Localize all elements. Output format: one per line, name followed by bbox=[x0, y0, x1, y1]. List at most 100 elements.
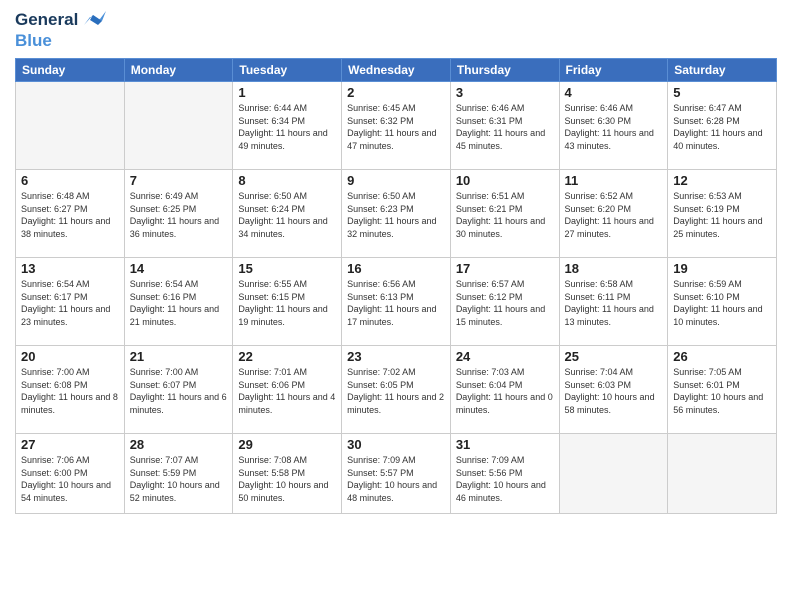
day-info: Sunrise: 6:45 AM Sunset: 6:32 PM Dayligh… bbox=[347, 102, 445, 152]
weekday-header-monday: Monday bbox=[124, 59, 233, 82]
day-info: Sunrise: 6:57 AM Sunset: 6:12 PM Dayligh… bbox=[456, 278, 554, 328]
week-row-4: 20 Sunrise: 7:00 AM Sunset: 6:08 PM Dayli… bbox=[16, 346, 777, 434]
day-number: 21 bbox=[130, 349, 228, 364]
day-number: 16 bbox=[347, 261, 445, 276]
day-number: 3 bbox=[456, 85, 554, 100]
calendar-cell: 27 Sunrise: 7:06 AM Sunset: 6:00 PM Dayli… bbox=[16, 434, 125, 514]
day-number: 17 bbox=[456, 261, 554, 276]
calendar-cell: 25Sunrise: 7:04 AM Sunset: 6:03 PM Dayli… bbox=[559, 346, 668, 434]
calendar-cell: 9 Sunrise: 6:50 AM Sunset: 6:23 PM Daylig… bbox=[342, 170, 451, 258]
day-info: Sunrise: 6:54 AM Sunset: 6:17 PM Dayligh… bbox=[21, 278, 119, 328]
calendar-table: SundayMondayTuesdayWednesdayThursdayFrid… bbox=[15, 58, 777, 514]
day-info: Sunrise: 6:58 AM Sunset: 6:11 PM Dayligh… bbox=[565, 278, 663, 328]
day-info: Sunrise: 6:47 AM Sunset: 6:28 PM Dayligh… bbox=[673, 102, 771, 152]
calendar-cell: 23 Sunrise: 7:02 AM Sunset: 6:05 PM Dayli… bbox=[342, 346, 451, 434]
day-info: Sunrise: 7:00 AM Sunset: 6:07 PM Dayligh… bbox=[130, 366, 228, 416]
day-number: 20 bbox=[21, 349, 119, 364]
day-info: Sunrise: 6:46 AM Sunset: 6:31 PM Dayligh… bbox=[456, 102, 554, 152]
day-info: Sunrise: 6:48 AM Sunset: 6:27 PM Dayligh… bbox=[21, 190, 119, 240]
day-number: 1 bbox=[238, 85, 336, 100]
logo-bird-icon bbox=[80, 11, 106, 31]
day-info: Sunrise: 7:02 AM Sunset: 6:05 PM Dayligh… bbox=[347, 366, 445, 416]
calendar-cell: 24 Sunrise: 7:03 AM Sunset: 6:04 PM Dayli… bbox=[450, 346, 559, 434]
day-info: Sunrise: 6:46 AM Sunset: 6:30 PM Dayligh… bbox=[565, 102, 663, 152]
day-info: Sunrise: 6:44 AM Sunset: 6:34 PM Dayligh… bbox=[238, 102, 336, 152]
day-info: Sunrise: 7:06 AM Sunset: 6:00 PM Dayligh… bbox=[21, 454, 119, 504]
day-number: 30 bbox=[347, 437, 445, 452]
day-info: Sunrise: 7:09 AM Sunset: 5:56 PM Dayligh… bbox=[456, 454, 554, 504]
calendar-cell: 16 Sunrise: 6:56 AM Sunset: 6:13 PM Dayli… bbox=[342, 258, 451, 346]
calendar-cell: 13 Sunrise: 6:54 AM Sunset: 6:17 PM Dayli… bbox=[16, 258, 125, 346]
day-number: 13 bbox=[21, 261, 119, 276]
calendar-cell: 30Sunrise: 7:09 AM Sunset: 5:57 PM Dayli… bbox=[342, 434, 451, 514]
calendar-cell: 1 Sunrise: 6:44 AM Sunset: 6:34 PM Daylig… bbox=[233, 82, 342, 170]
day-number: 14 bbox=[130, 261, 228, 276]
week-row-5: 27 Sunrise: 7:06 AM Sunset: 6:00 PM Dayli… bbox=[16, 434, 777, 514]
day-number: 6 bbox=[21, 173, 119, 188]
weekday-header-tuesday: Tuesday bbox=[233, 59, 342, 82]
day-number: 29 bbox=[238, 437, 336, 452]
day-number: 8 bbox=[238, 173, 336, 188]
logo-line1: General bbox=[15, 10, 106, 31]
calendar-container: General Blue SundayMondayTuesdayWednesda… bbox=[0, 0, 792, 612]
calendar-cell bbox=[16, 82, 125, 170]
calendar-cell: 11 Sunrise: 6:52 AM Sunset: 6:20 PM Dayli… bbox=[559, 170, 668, 258]
calendar-cell: 8 Sunrise: 6:50 AM Sunset: 6:24 PM Daylig… bbox=[233, 170, 342, 258]
day-info: Sunrise: 6:51 AM Sunset: 6:21 PM Dayligh… bbox=[456, 190, 554, 240]
day-number: 25 bbox=[565, 349, 663, 364]
day-info: Sunrise: 7:00 AM Sunset: 6:08 PM Dayligh… bbox=[21, 366, 119, 416]
day-info: Sunrise: 7:07 AM Sunset: 5:59 PM Dayligh… bbox=[130, 454, 228, 504]
day-info: Sunrise: 6:54 AM Sunset: 6:16 PM Dayligh… bbox=[130, 278, 228, 328]
day-number: 23 bbox=[347, 349, 445, 364]
week-row-1: 1 Sunrise: 6:44 AM Sunset: 6:34 PM Daylig… bbox=[16, 82, 777, 170]
logo-line2: Blue bbox=[15, 31, 106, 51]
day-info: Sunrise: 6:49 AM Sunset: 6:25 PM Dayligh… bbox=[130, 190, 228, 240]
weekday-header-sunday: Sunday bbox=[16, 59, 125, 82]
header: General Blue bbox=[15, 10, 777, 50]
day-number: 24 bbox=[456, 349, 554, 364]
day-info: Sunrise: 6:53 AM Sunset: 6:19 PM Dayligh… bbox=[673, 190, 771, 240]
day-number: 28 bbox=[130, 437, 228, 452]
day-number: 5 bbox=[673, 85, 771, 100]
day-number: 11 bbox=[565, 173, 663, 188]
day-info: Sunrise: 7:03 AM Sunset: 6:04 PM Dayligh… bbox=[456, 366, 554, 416]
calendar-cell bbox=[559, 434, 668, 514]
day-number: 19 bbox=[673, 261, 771, 276]
calendar-cell: 12 Sunrise: 6:53 AM Sunset: 6:19 PM Dayli… bbox=[668, 170, 777, 258]
calendar-cell: 22 Sunrise: 7:01 AM Sunset: 6:06 PM Dayli… bbox=[233, 346, 342, 434]
weekday-header-friday: Friday bbox=[559, 59, 668, 82]
day-number: 9 bbox=[347, 173, 445, 188]
calendar-cell: 28 Sunrise: 7:07 AM Sunset: 5:59 PM Dayli… bbox=[124, 434, 233, 514]
calendar-cell: 6 Sunrise: 6:48 AM Sunset: 6:27 PM Daylig… bbox=[16, 170, 125, 258]
calendar-cell bbox=[124, 82, 233, 170]
calendar-cell: 26Sunrise: 7:05 AM Sunset: 6:01 PM Dayli… bbox=[668, 346, 777, 434]
day-number: 7 bbox=[130, 173, 228, 188]
day-number: 12 bbox=[673, 173, 771, 188]
day-number: 27 bbox=[21, 437, 119, 452]
week-row-3: 13 Sunrise: 6:54 AM Sunset: 6:17 PM Dayli… bbox=[16, 258, 777, 346]
calendar-cell: 10 Sunrise: 6:51 AM Sunset: 6:21 PM Dayli… bbox=[450, 170, 559, 258]
calendar-cell: 29Sunrise: 7:08 AM Sunset: 5:58 PM Dayli… bbox=[233, 434, 342, 514]
calendar-cell: 19Sunrise: 6:59 AM Sunset: 6:10 PM Dayli… bbox=[668, 258, 777, 346]
day-info: Sunrise: 6:50 AM Sunset: 6:24 PM Dayligh… bbox=[238, 190, 336, 240]
day-info: Sunrise: 6:50 AM Sunset: 6:23 PM Dayligh… bbox=[347, 190, 445, 240]
day-info: Sunrise: 6:52 AM Sunset: 6:20 PM Dayligh… bbox=[565, 190, 663, 240]
calendar-cell: 3 Sunrise: 6:46 AM Sunset: 6:31 PM Daylig… bbox=[450, 82, 559, 170]
calendar-cell bbox=[668, 434, 777, 514]
calendar-cell: 2Sunrise: 6:45 AM Sunset: 6:32 PM Daylig… bbox=[342, 82, 451, 170]
calendar-cell: 15Sunrise: 6:55 AM Sunset: 6:15 PM Dayli… bbox=[233, 258, 342, 346]
day-info: Sunrise: 7:01 AM Sunset: 6:06 PM Dayligh… bbox=[238, 366, 336, 416]
day-info: Sunrise: 6:56 AM Sunset: 6:13 PM Dayligh… bbox=[347, 278, 445, 328]
weekday-header-saturday: Saturday bbox=[668, 59, 777, 82]
calendar-cell: 14 Sunrise: 6:54 AM Sunset: 6:16 PM Dayli… bbox=[124, 258, 233, 346]
day-number: 10 bbox=[456, 173, 554, 188]
calendar-cell: 21 Sunrise: 7:00 AM Sunset: 6:07 PM Dayli… bbox=[124, 346, 233, 434]
day-number: 22 bbox=[238, 349, 336, 364]
day-number: 18 bbox=[565, 261, 663, 276]
weekday-header-row: SundayMondayTuesdayWednesdayThursdayFrid… bbox=[16, 59, 777, 82]
calendar-cell: 20 Sunrise: 7:00 AM Sunset: 6:08 PM Dayli… bbox=[16, 346, 125, 434]
weekday-header-thursday: Thursday bbox=[450, 59, 559, 82]
calendar-cell: 7 Sunrise: 6:49 AM Sunset: 6:25 PM Daylig… bbox=[124, 170, 233, 258]
day-info: Sunrise: 6:55 AM Sunset: 6:15 PM Dayligh… bbox=[238, 278, 336, 328]
day-number: 31 bbox=[456, 437, 554, 452]
